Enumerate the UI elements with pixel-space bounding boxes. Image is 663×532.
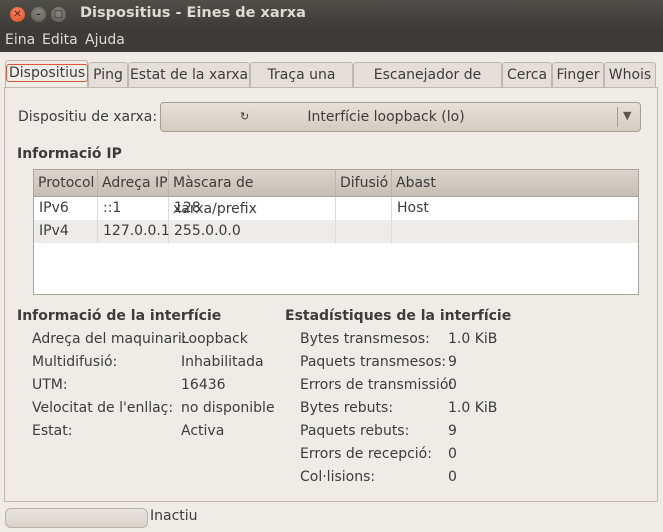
mtu-value: 16436 — [181, 377, 226, 393]
interface-stats-title: Estadístiques de la interfície — [285, 308, 512, 324]
errors-tx-value: 0 — [448, 377, 457, 393]
menu-bar: Eina Edita Ajuda — [0, 29, 663, 52]
bytes-rx-value: 1.0 KiB — [448, 400, 498, 416]
column-netmask[interactable]: Màscara de xarxa/prefix — [169, 170, 336, 217]
device-select[interactable]: ↻ Interfície loopback (lo) ▼ — [160, 102, 641, 132]
window-title: Dispositius - Eines de xarxa — [80, 5, 306, 21]
errors-tx-label: Errors de transmissió: — [300, 377, 454, 393]
bytes-tx-label: Bytes transmesos: — [300, 331, 430, 347]
column-broadcast[interactable]: Difusió — [336, 170, 392, 196]
hardware-address-label: Adreça del maquinari: — [32, 331, 187, 347]
table-row[interactable]: IPv4 127.0.0.1 255.0.0.0 — [34, 220, 638, 243]
cell-broadcast — [336, 220, 392, 243]
combo-separator — [617, 107, 618, 127]
mtu-label: UTM: — [32, 377, 68, 393]
status-text: Inactiu — [150, 508, 198, 524]
ip-info-title: Informació IP — [17, 146, 122, 162]
tab-escanejador-de-ports[interactable]: Escanejador de ports — [353, 62, 502, 107]
cell-scope: Host — [397, 200, 429, 216]
menu-ajuda[interactable]: Ajuda — [85, 32, 125, 48]
collisions-value: 0 — [448, 469, 457, 485]
progress-bar — [5, 508, 148, 528]
column-scope[interactable]: Abast — [392, 170, 638, 196]
close-window-button[interactable]: ✕ — [10, 7, 25, 22]
cell-netmask: 128 — [169, 197, 336, 220]
bytes-rx-label: Bytes rebuts: — [300, 400, 394, 416]
packets-tx-value: 9 — [448, 354, 457, 370]
tab-finger[interactable]: Finger — [552, 62, 604, 87]
collisions-label: Col·lisions: — [300, 469, 376, 485]
hardware-address-value: Loopback — [181, 331, 248, 347]
ip-table-header: Protocol Adreça IP Màscara de xarxa/pref… — [34, 170, 638, 217]
chevron-down-icon: ▼ — [623, 109, 632, 122]
packets-rx-value: 9 — [448, 423, 457, 439]
maximize-window-button[interactable]: □ — [51, 7, 66, 22]
link-speed-value: no disponible — [181, 400, 275, 416]
cell-netmask: 255.0.0.0 — [169, 220, 336, 243]
errors-rx-label: Errors de recepció: — [300, 446, 432, 462]
cell-protocol: IPv4 — [34, 220, 98, 243]
minimize-window-button[interactable]: – — [31, 7, 46, 22]
cell-ip-address: ::1 — [98, 197, 169, 220]
link-speed-label: Velocitat de l'enllaç: — [32, 400, 174, 416]
interface-info-title: Informació de la interfície — [17, 308, 222, 324]
cell-broadcast — [336, 197, 392, 220]
column-ip-address[interactable]: Adreça IP — [98, 170, 169, 196]
tab-estat-de-la-xarxa[interactable]: Estat de la xarxa — [128, 62, 250, 87]
ip-table[interactable]: Protocol Adreça IP Màscara de xarxa/pref… — [33, 169, 639, 295]
tab-dispositius[interactable]: Dispositius — [5, 60, 89, 88]
table-row[interactable]: IPv6 ::1 128 Host — [34, 197, 638, 220]
device-label: Dispositiu de xarxa: — [18, 109, 158, 125]
multicast-value: Inhabilitada — [181, 354, 264, 370]
cell-ip-address: 127.0.0.1 — [98, 220, 170, 243]
menu-edita[interactable]: Edita — [42, 32, 78, 48]
menu-eina[interactable]: Eina — [5, 32, 35, 48]
state-value: Activa — [181, 423, 225, 439]
tab-traca-una-ruta[interactable]: Traça una ruta — [250, 62, 353, 107]
packets-tx-label: Paquets transmesos: — [300, 354, 447, 370]
tab-whois[interactable]: Whois — [604, 62, 656, 87]
title-bar: ✕ – □ Dispositius - Eines de xarxa — [0, 0, 663, 29]
device-select-value: Interfície loopback (lo) — [307, 109, 465, 125]
state-label: Estat: — [32, 423, 73, 439]
cell-scope — [392, 220, 638, 243]
cell-protocol: IPv6 — [34, 197, 98, 220]
multicast-label: Multidifusió: — [32, 354, 118, 370]
tab-ping[interactable]: Ping — [88, 62, 128, 87]
tab-cerca[interactable]: Cerca — [502, 62, 552, 87]
errors-rx-value: 0 — [448, 446, 457, 462]
column-protocol[interactable]: Protocol — [34, 170, 98, 196]
bytes-tx-value: 1.0 KiB — [448, 331, 498, 347]
packets-rx-label: Paquets rebuts: — [300, 423, 410, 439]
